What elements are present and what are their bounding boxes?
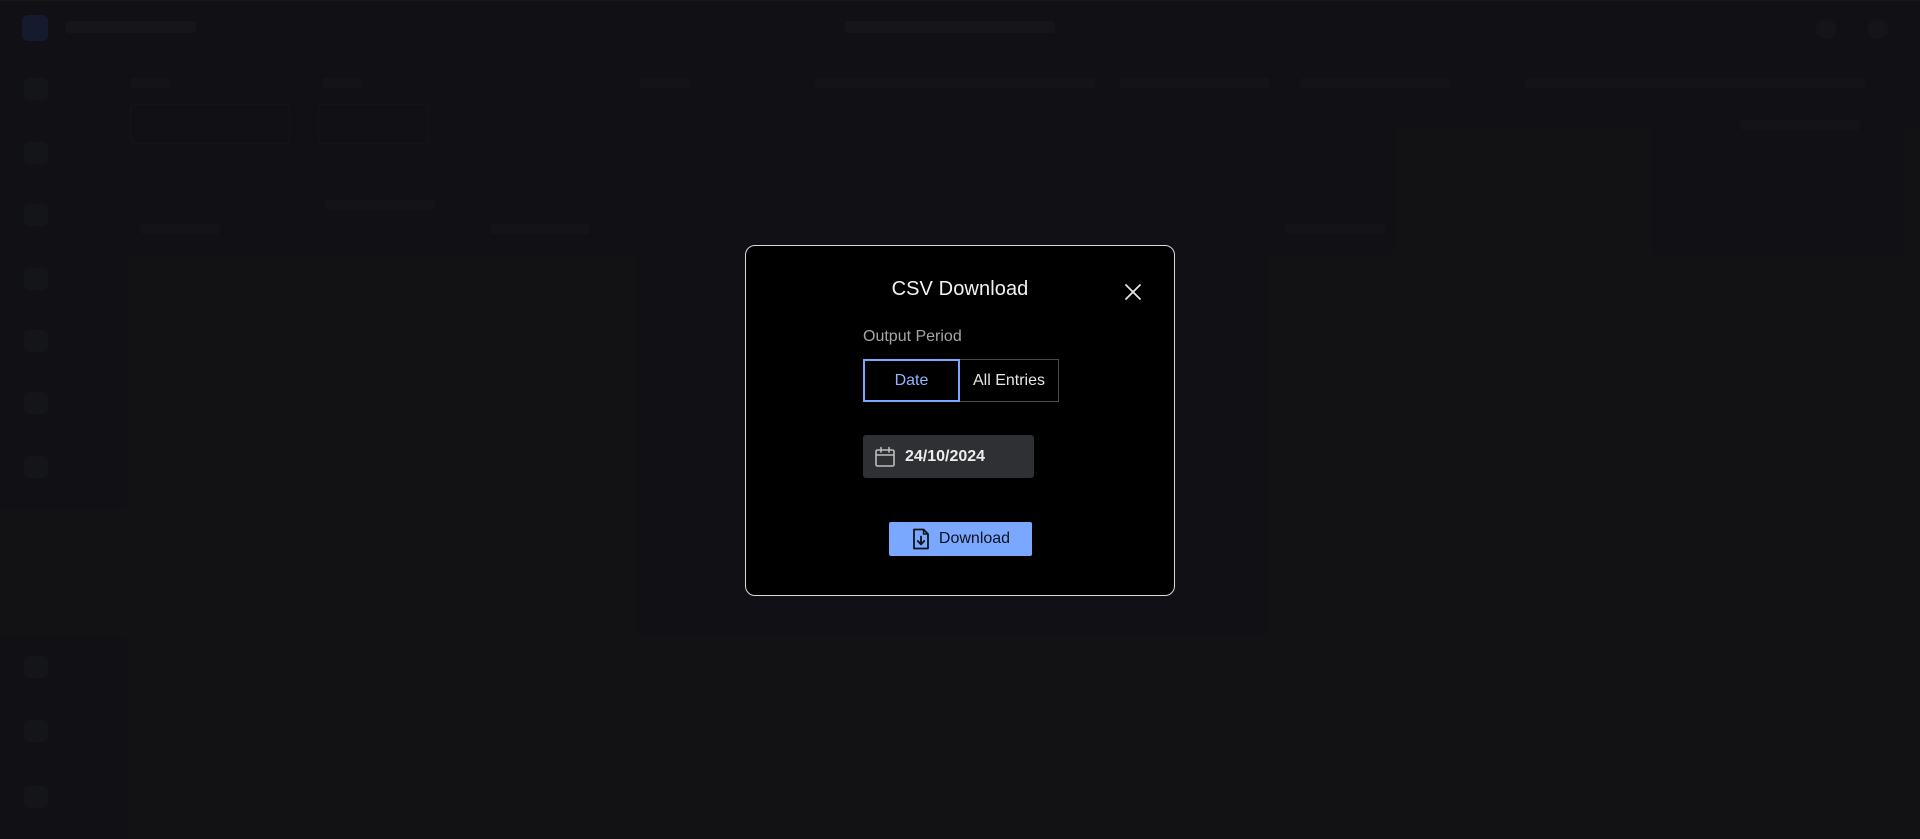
close-icon [1125,284,1141,300]
date-value: 24/10/2024 [905,447,986,465]
date-picker-field[interactable]: 24/10/2024 [863,435,1034,478]
dialog-title: CSV Download [891,278,1029,300]
output-period-toggle: Date All Entries [863,359,1059,402]
close-button[interactable] [1122,281,1144,303]
csv-download-dialog: CSV Download Output Period Date All Entr… [745,245,1175,596]
file-download-icon [913,528,929,550]
output-period-label: Output Period [863,328,962,345]
segment-date[interactable]: Date [863,359,960,402]
download-button[interactable]: Download [889,522,1032,556]
segment-all-entries[interactable]: All Entries [960,359,1059,402]
download-label: Download [938,530,1011,547]
calendar-icon [875,446,895,467]
